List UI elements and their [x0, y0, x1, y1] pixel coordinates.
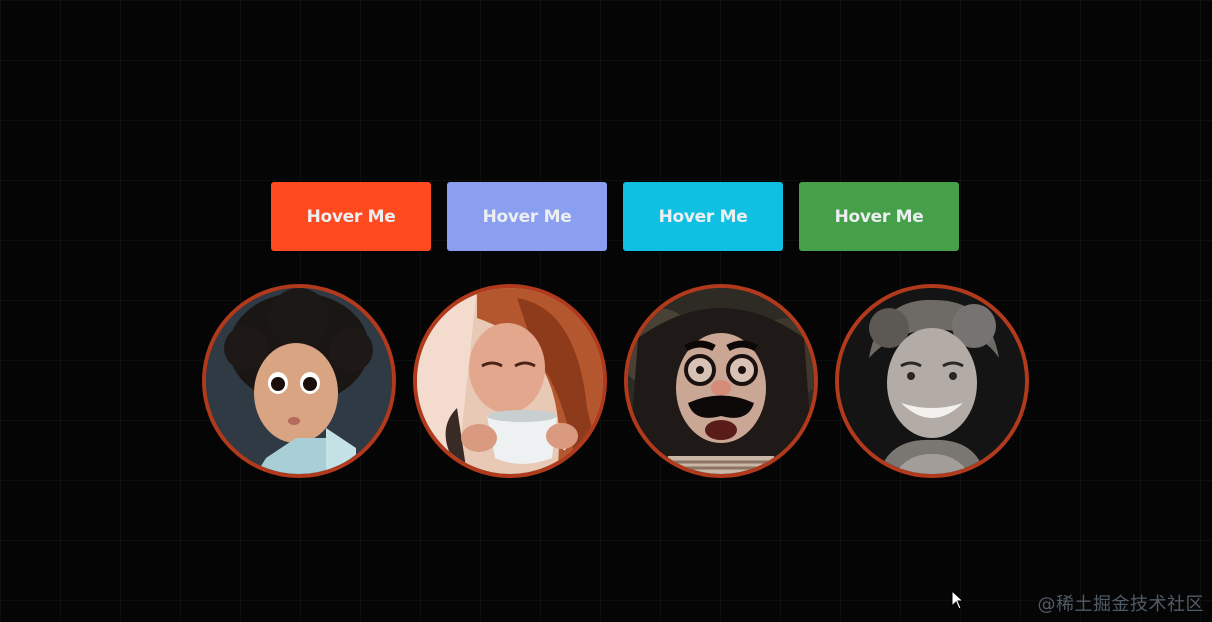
child-portrait-image: [206, 288, 392, 474]
hover-me-button-periwinkle[interactable]: Hover Me: [447, 182, 607, 251]
hover-me-button-orange[interactable]: Hover Me: [271, 182, 431, 251]
avatar-disguise[interactable]: [624, 284, 818, 478]
mouse-pointer-icon: [951, 590, 965, 610]
hover-me-button-green[interactable]: Hover Me: [799, 182, 959, 251]
avatar-smiling-man[interactable]: [835, 284, 1029, 478]
disguise-portrait-image: [628, 288, 814, 474]
hover-me-button-cyan[interactable]: Hover Me: [623, 182, 783, 251]
coffee-woman-portrait-image: [417, 288, 603, 474]
smiling-man-portrait-image: [839, 288, 1025, 474]
avatar-coffee-woman[interactable]: [413, 284, 607, 478]
watermark-text: @稀土掘金技术社区: [1037, 594, 1204, 615]
avatar-child[interactable]: [202, 284, 396, 478]
canvas-stage: Hover Me Hover Me Hover Me Hover Me @稀土掘…: [0, 0, 1212, 622]
